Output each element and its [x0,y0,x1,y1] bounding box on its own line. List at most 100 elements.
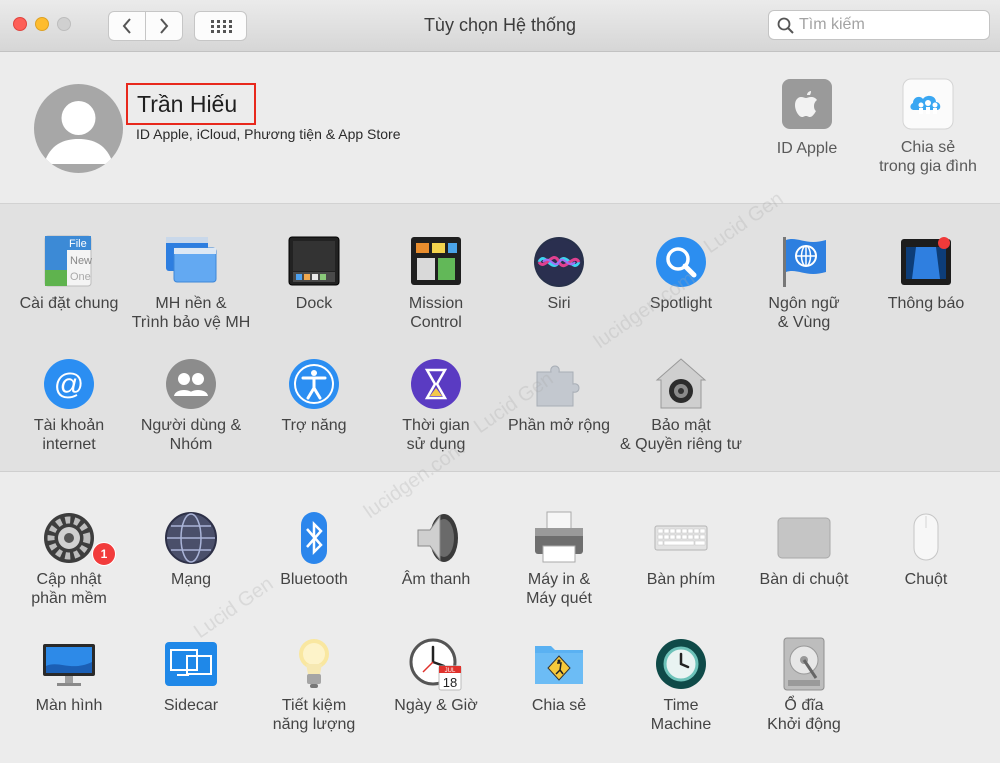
show-all-button[interactable] [194,11,247,41]
pref-label: Chia sẻ trong gia đình [879,139,977,175]
pref-label: Tiết kiệm năng lượng [272,697,356,733]
pref-label: Dock [295,295,333,312]
software-update-icon [41,510,97,566]
bluetooth-icon [286,510,342,566]
pref-startup-disk[interactable]: Ổ đĩa Khởi động [743,636,865,734]
security-privacy-icon [653,356,709,412]
search-input[interactable] [799,15,979,35]
user-subtitle: ID Apple, iCloud, Phương tiện & App Stor… [136,126,401,142]
preferences-section-hardware: 1 Cập nhật phần mềm Mạng Bluetooth Âm th… [0,472,1000,763]
pref-keyboard[interactable]: Bàn phím [620,510,742,589]
trackpad-icon [776,510,832,566]
avatar[interactable] [34,84,123,173]
update-badge: 1 [92,542,116,566]
account-section: Trần Hiếu ID Apple, iCloud, Phương tiện … [0,52,1000,204]
pref-internet-accounts[interactable]: @ Tài khoản internet [8,356,130,454]
pref-dock[interactable]: Dock [253,234,375,313]
pref-notifications[interactable]: Thông báo [865,234,987,313]
pref-mission-control[interactable]: Mission Control [375,234,497,332]
pref-label: Mission Control [408,295,464,331]
mission-control-icon [408,234,464,290]
user-name: Trần Hiếu [126,83,256,125]
pref-language-region[interactable]: Ngôn ngữ & Vùng [743,234,865,332]
svg-text:@: @ [54,368,84,401]
accessibility-icon [286,356,342,412]
pref-date-time[interactable]: JUL 18 Ngày & Giờ [375,636,497,715]
pref-displays[interactable]: Màn hình [8,636,130,715]
minimize-button[interactable] [35,17,49,31]
sound-icon [408,510,464,566]
pref-sound[interactable]: Âm thanh [375,510,497,589]
pref-accessibility[interactable]: Trợ năng [253,356,375,435]
user-silhouette-icon [44,101,113,164]
pref-label: Mạng [170,571,212,588]
pref-siri[interactable]: Siri [498,234,620,313]
pref-label: Ngôn ngữ & Vùng [768,295,840,331]
search-icon [777,17,794,34]
general-icon: File New One [41,234,97,290]
zoom-button[interactable] [57,17,71,31]
general-icon-text: File [69,238,87,250]
network-icon [163,510,219,566]
pref-label: Siri [547,295,571,312]
mouse-icon [898,510,954,566]
pref-label: Sidecar [163,697,219,714]
pref-label: Tài khoản internet [33,417,105,453]
language-region-icon [776,234,832,290]
calendar-day-text: 18 [443,675,457,690]
pref-family-sharing[interactable]: Chia sẻ trong gia đình [866,78,990,176]
pref-label: Cài đặt chung [19,295,119,312]
pref-network[interactable]: Mạng [130,510,252,589]
pref-time-machine[interactable]: Time Machine [620,636,742,734]
pref-printers-scanners[interactable]: Máy in & Máy quét [498,510,620,608]
general-icon-text: One [70,271,91,283]
pref-label: Bảo mật & Quyền riêng tư [620,417,742,453]
chevron-left-icon [122,18,131,34]
pref-label: Cập nhật phần mềm [31,571,107,607]
pref-users-groups[interactable]: Người dùng & Nhóm [130,356,252,454]
energy-saver-icon [286,636,342,692]
pref-label: Phần mở rộng [507,417,611,434]
pref-screen-time[interactable]: Thời gian sử dụng [375,356,497,454]
back-button[interactable] [108,11,146,41]
close-button[interactable] [13,17,27,31]
family-sharing-icon [902,78,954,130]
chevron-right-icon [160,18,169,34]
pref-label: Âm thanh [401,571,471,588]
users-groups-icon [163,356,219,412]
pref-label: Time Machine [650,697,712,733]
pref-security-privacy[interactable]: Bảo mật & Quyền riêng tư [620,356,742,454]
pref-label: Ổ đĩa Khởi động [767,697,841,733]
pref-sharing[interactable]: Chia sẻ [498,636,620,715]
title-bar: Tùy chọn Hệ thống [0,0,1000,52]
date-time-icon: JUL 18 [408,636,464,692]
keyboard-icon [653,510,709,566]
pref-label: MH nền & Trình bảo vệ MH [131,295,251,331]
pref-label: Người dùng & Nhóm [140,417,242,453]
calendar-month-text: JUL [445,668,456,674]
time-machine-icon [653,636,709,692]
sharing-icon [531,636,587,692]
forward-button[interactable] [145,11,183,41]
pref-bluetooth[interactable]: Bluetooth [253,510,375,589]
search-field[interactable] [768,10,990,40]
pref-general[interactable]: File New One Cài đặt chung [8,234,130,313]
pref-label: Máy in & Máy quét [526,571,592,607]
screen-time-icon [408,356,464,412]
window-title: Tùy chọn Hệ thống [423,15,577,35]
pref-sidecar[interactable]: Sidecar [130,636,252,715]
siri-icon [531,234,587,290]
pref-label: Chuột [904,571,948,588]
pref-apple-id[interactable]: ID Apple [765,78,849,158]
pref-mouse[interactable]: Chuột [865,510,987,589]
pref-label: Bàn di chuột [759,571,849,588]
pref-label: Trợ năng [281,417,347,434]
pref-desktop-screensaver[interactable]: MH nền & Trình bảo vệ MH [130,234,252,332]
preferences-section-personal: File New One Cài đặt chung MH nền & Trìn… [0,204,1000,472]
pref-trackpad[interactable]: Bàn di chuột [743,510,865,589]
internet-accounts-icon: @ [41,356,97,412]
pref-label: Ngày & Giờ [394,697,478,714]
pref-label: Màn hình [35,697,103,714]
pref-energy-saver[interactable]: Tiết kiệm năng lượng [253,636,375,734]
pref-software-update[interactable]: 1 Cập nhật phần mềm [8,510,130,608]
